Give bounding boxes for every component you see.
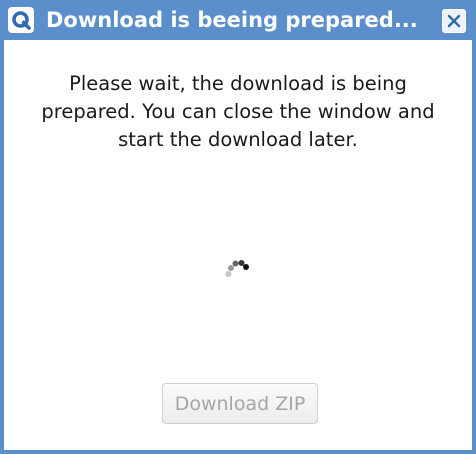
dialog-titlebar: Download is beeing prepared... (4, 0, 472, 40)
loading-spinner-icon (225, 260, 249, 277)
download-zip-button[interactable]: Download ZIP (162, 383, 318, 424)
dialog-content: Please wait, the download is being prepa… (4, 40, 472, 450)
dialog-title: Download is beeing prepared... (46, 8, 418, 32)
close-button[interactable] (442, 9, 466, 33)
dialog-message: Please wait, the download is being prepa… (41, 72, 435, 151)
download-dialog: Download is beeing prepared... Please wa… (0, 0, 476, 454)
close-icon (447, 14, 461, 28)
app-logo-icon (8, 7, 34, 33)
